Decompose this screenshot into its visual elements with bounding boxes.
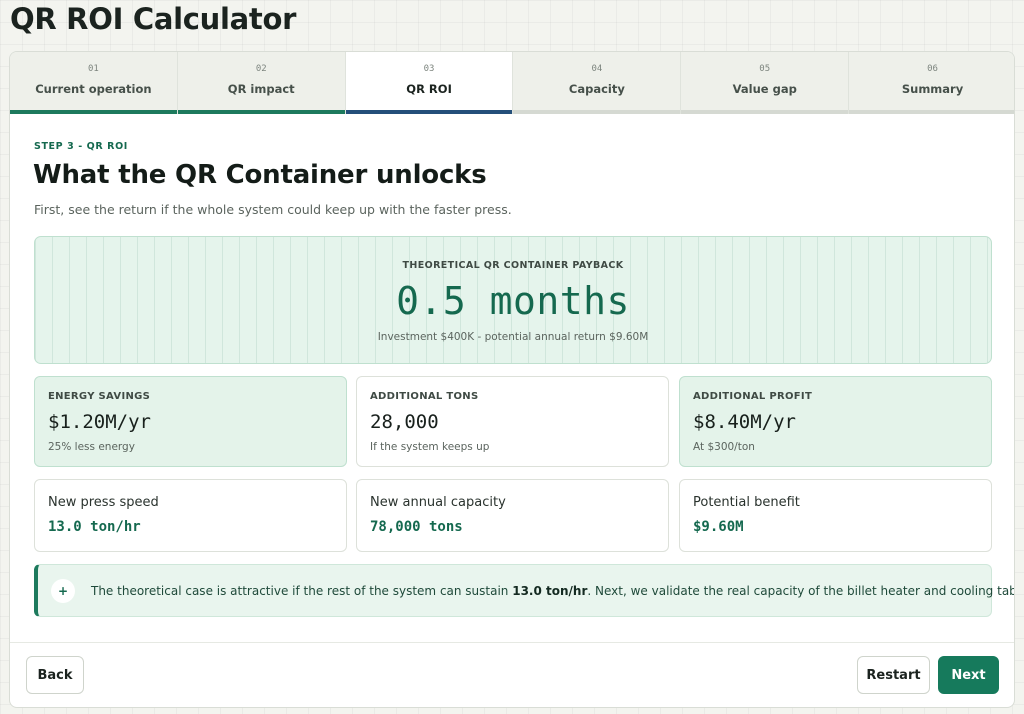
- tab-label: Summary: [901, 82, 964, 96]
- plus-icon: +: [51, 578, 75, 603]
- metric-additional-profit: ADDITIONAL PROFIT $8.40M/yr At $300/ton: [679, 376, 992, 467]
- tab-number: 05: [759, 64, 771, 74]
- metric-label: ADDITIONAL PROFIT: [693, 391, 813, 402]
- payback-value: 0.5 months: [396, 279, 630, 323]
- metric-value: 28,000: [370, 411, 439, 433]
- tab-label: QR impact: [227, 82, 295, 96]
- tab-progress-bar: [177, 110, 345, 114]
- metric-value: $8.40M/yr: [693, 411, 796, 433]
- payback-label: THEORETICAL QR CONTAINER PAYBACK: [402, 260, 624, 271]
- tab-qr-impact[interactable]: 02 QR impact: [177, 52, 346, 114]
- footer-actions: Back Restart Next: [10, 642, 1014, 707]
- tab-label: Capacity: [568, 82, 625, 96]
- app-title: QR ROI Calculator: [10, 2, 297, 36]
- stat-label: Potential benefit: [693, 495, 800, 510]
- payback-note: Investment $400K - potential annual retu…: [377, 331, 649, 343]
- tab-summary[interactable]: 06 Summary: [849, 52, 1014, 114]
- step-label: STEP 3 - QR ROI: [34, 141, 128, 152]
- info-callout: + The theoretical case is attractive if …: [34, 564, 1014, 617]
- stat-value: $9.60M: [693, 519, 744, 535]
- info-text-after: . Next, we validate the real capacity of…: [587, 583, 1015, 598]
- stat-new-annual-capacity: New annual capacity 78,000 tons: [356, 479, 669, 552]
- stat-label: New annual capacity: [370, 495, 506, 510]
- stat-value: 13.0 ton/hr: [48, 519, 141, 535]
- stat-new-press-speed: New press speed 13.0 ton/hr: [34, 479, 347, 552]
- page-title: What the QR Container unlocks: [33, 160, 487, 190]
- tab-qr-roi[interactable]: 03 QR ROI: [345, 52, 514, 114]
- tab-number: 02: [255, 64, 267, 74]
- tab-progress-bar: [849, 110, 1014, 114]
- back-button[interactable]: Back: [26, 656, 84, 694]
- metric-value: $1.20M/yr: [48, 411, 151, 433]
- info-text-bold: 13.0 ton/hr: [512, 583, 588, 598]
- metric-label: ENERGY SAVINGS: [48, 391, 151, 402]
- tab-progress-bar: [10, 110, 177, 114]
- next-button[interactable]: Next: [938, 656, 999, 694]
- stat-label: New press speed: [48, 495, 159, 510]
- tab-progress-bar: [345, 110, 513, 114]
- stat-value: 78,000 tons: [370, 519, 463, 535]
- metric-additional-tons: ADDITIONAL TONS 28,000 If the system kee…: [356, 376, 669, 467]
- tab-number: 03: [423, 64, 435, 74]
- metric-energy-savings: ENERGY SAVINGS $1.20M/yr 25% less energy: [34, 376, 347, 467]
- tab-number: 06: [927, 64, 938, 74]
- metric-note: If the system keeps up: [370, 441, 490, 453]
- tab-capacity[interactable]: 04 Capacity: [513, 52, 682, 114]
- tab-value-gap[interactable]: 05 Value gap: [681, 52, 850, 114]
- info-text-before: The theoretical case is attractive if th…: [91, 583, 513, 598]
- payback-hero: THEORETICAL QR CONTAINER PAYBACK 0.5 mon…: [34, 236, 992, 364]
- tab-progress-bar: [513, 110, 681, 114]
- stat-potential-benefit: Potential benefit $9.60M: [679, 479, 992, 552]
- tab-number: 01: [87, 64, 99, 74]
- metric-note: 25% less energy: [48, 441, 135, 453]
- step-tabs: 01 Current operation 02 QR impact 03 QR …: [10, 52, 1014, 114]
- page-subtitle: First, see the return if the whole syste…: [34, 202, 512, 217]
- tab-label: Current operation: [35, 82, 152, 96]
- tab-number: 04: [591, 64, 603, 74]
- restart-button[interactable]: Restart: [857, 656, 930, 694]
- info-text: The theoretical case is attractive if th…: [91, 583, 1015, 598]
- tab-label: QR ROI: [406, 82, 452, 96]
- metric-label: ADDITIONAL TONS: [370, 391, 479, 402]
- tab-label: Value gap: [732, 82, 797, 96]
- calculator-card: 01 Current operation 02 QR impact 03 QR …: [9, 51, 1015, 708]
- metric-note: At $300/ton: [693, 441, 755, 453]
- tab-progress-bar: [681, 110, 849, 114]
- tab-current-operation[interactable]: 01 Current operation: [10, 52, 178, 114]
